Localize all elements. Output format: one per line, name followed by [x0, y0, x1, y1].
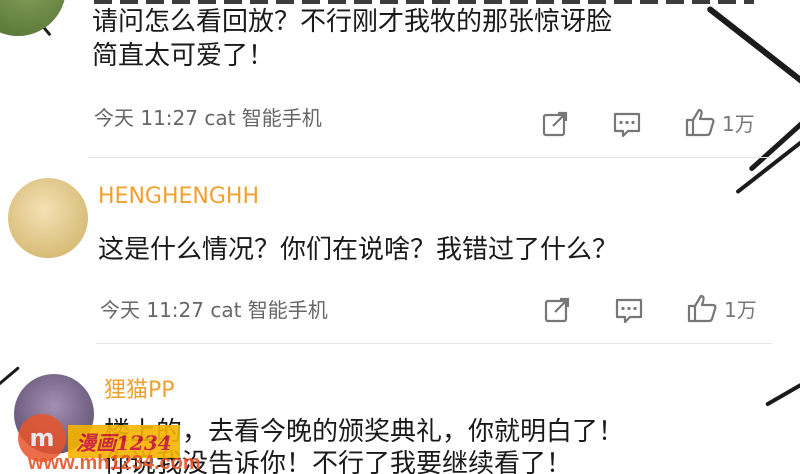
watermark-url: www.mh1234.com	[28, 452, 201, 474]
comment-feed-screenshot: 请问怎么看回放？不行刚才我牧的那张惊讶脸 简直太可爱了！ 今天 11:27 ca…	[0, 0, 800, 474]
manga-ink-stroke	[0, 366, 20, 388]
divider	[88, 157, 774, 158]
comment-text-line: 楼上的，去看今晚的颁奖典礼，你就明白了！	[104, 417, 625, 447]
share-button[interactable]	[542, 295, 572, 325]
like-count: 1万	[722, 111, 755, 136]
comment-button[interactable]	[614, 295, 644, 325]
share-icon	[542, 111, 568, 137]
like-icon	[687, 294, 717, 323]
like-button[interactable]: 1万	[684, 106, 755, 138]
comment-text-line: 简直太可爱了！	[92, 41, 275, 71]
manga-ink-stroke	[765, 373, 800, 407]
username[interactable]: 狸猫PP	[104, 372, 175, 404]
share-button[interactable]	[540, 109, 570, 139]
username[interactable]: HENGHENGHH	[98, 184, 259, 209]
manga-ink-stroke	[706, 5, 800, 103]
comment-button[interactable]	[612, 109, 642, 139]
share-icon	[544, 297, 570, 323]
comment-text-line: 这是什么情况？你们在说啥？我错过了什么？	[98, 235, 619, 265]
comment-icon	[615, 298, 643, 324]
manga-ink-stroke	[735, 135, 800, 195]
comment-meta: 今天 11:27 cat 智能手机	[94, 106, 322, 130]
like-icon	[685, 108, 715, 137]
like-count: 1万	[724, 297, 757, 322]
avatar[interactable]	[8, 178, 88, 258]
comment-icon	[613, 112, 641, 138]
comment-text-line: 请问怎么看回放？不行刚才我牧的那张惊讶脸	[92, 7, 613, 37]
comment-meta: 今天 11:27 cat 智能手机	[100, 298, 328, 322]
avatar[interactable]	[0, 0, 66, 36]
like-button[interactable]: 1万	[686, 292, 757, 324]
divider	[96, 343, 772, 344]
